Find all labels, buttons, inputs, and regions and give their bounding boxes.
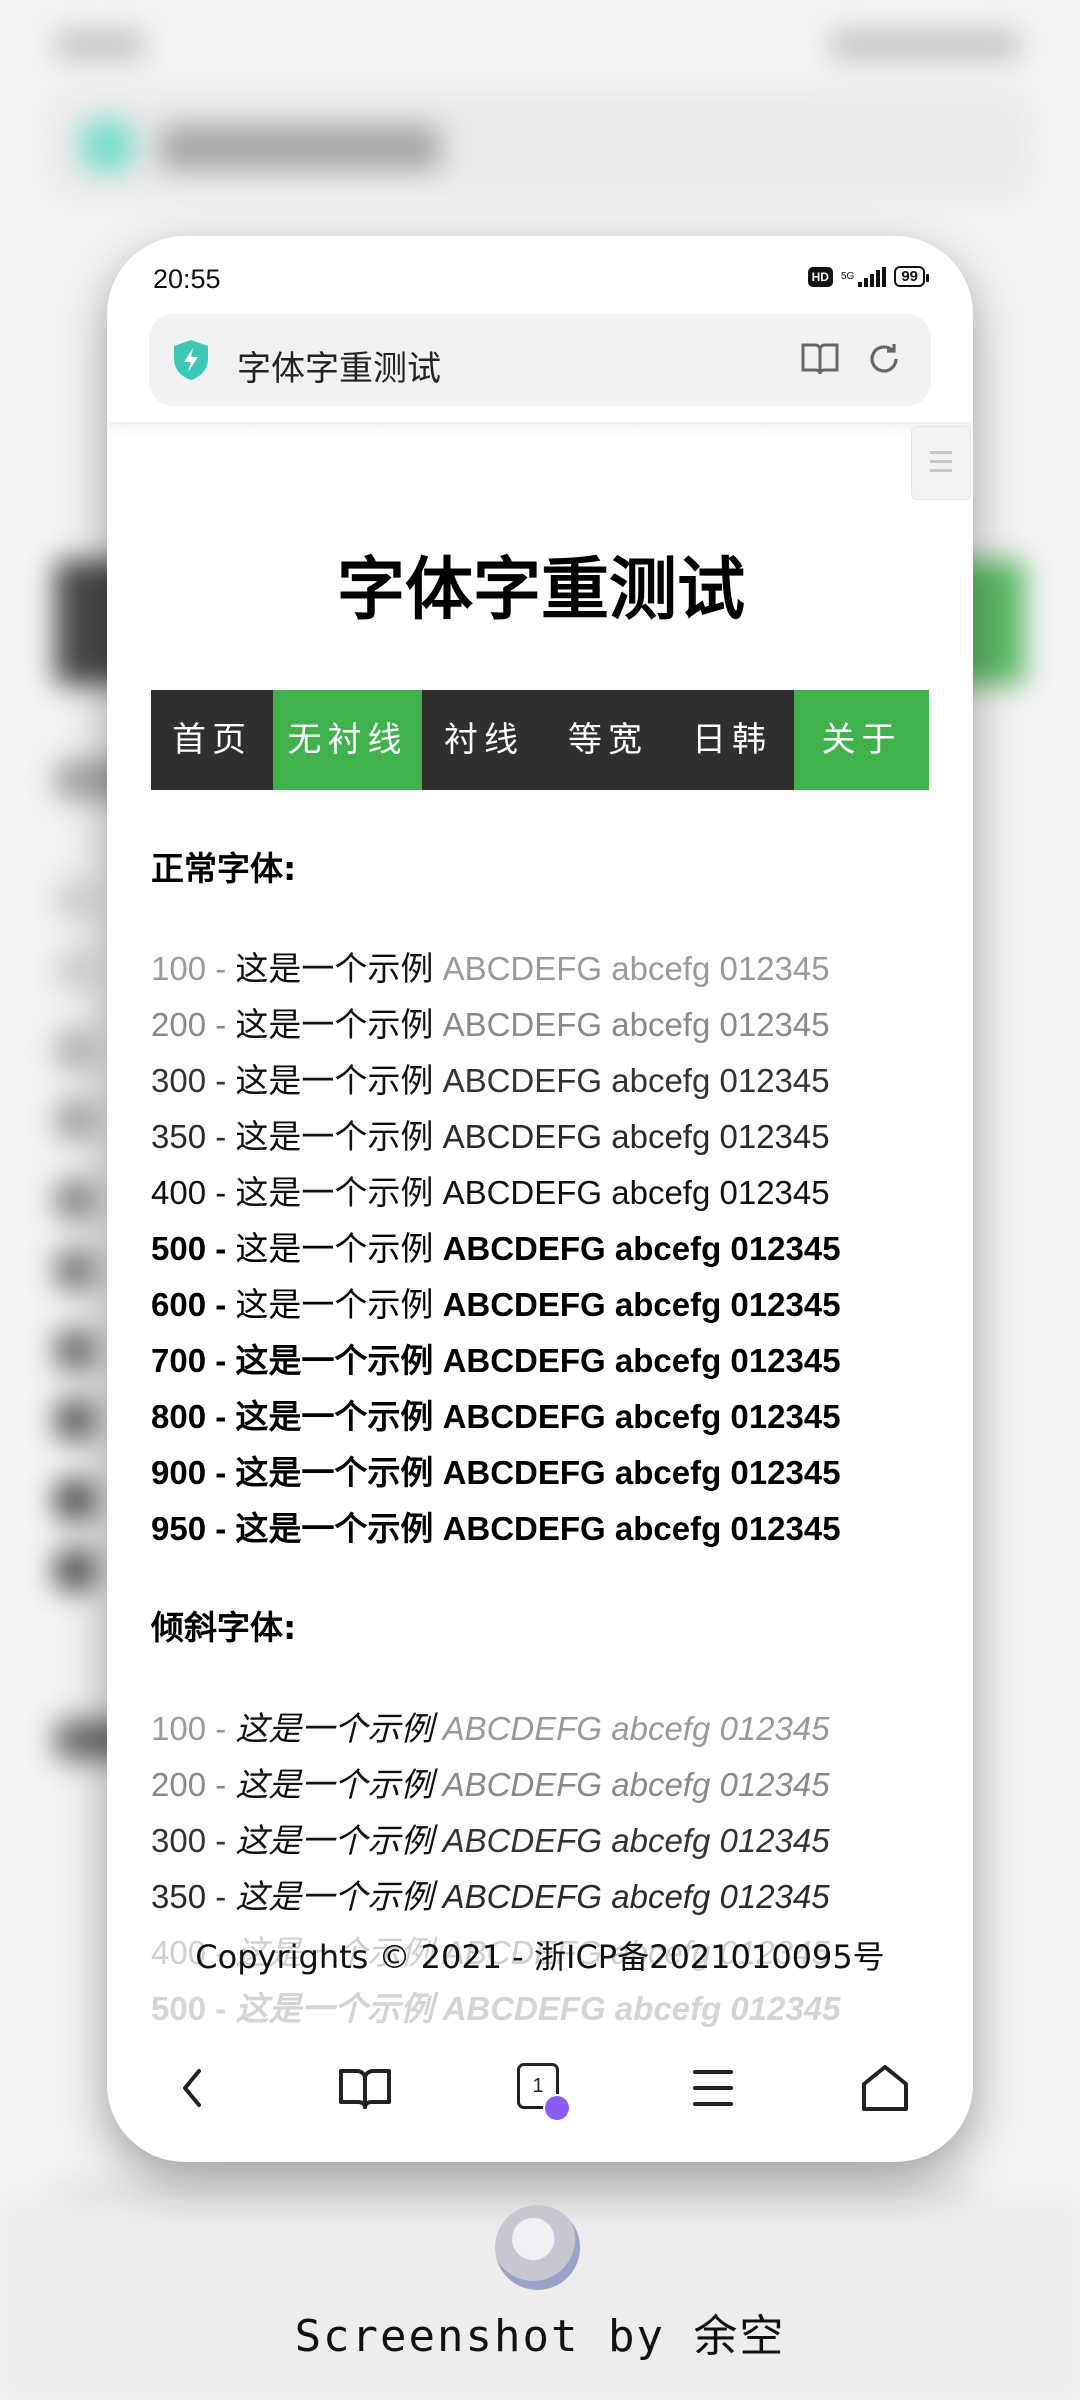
weight-row-normal: 350 - 这是一个示例 ABCDEFG abcefg 012345 — [151, 1117, 830, 1156]
address-bar[interactable]: 字体字重测试 — [149, 314, 931, 406]
nav-item-about[interactable]: 关于 — [794, 690, 929, 790]
weight-row-italic: 350 - 这是一个示例 ABCDEFG abcefg 012345 — [151, 1877, 830, 1916]
toolbar-divider — [107, 422, 973, 436]
weight-row-italic: 500 - 这是一个示例 ABCDEFG abcefg 012345 — [151, 1989, 841, 2028]
scroll-handle[interactable] — [911, 426, 971, 500]
status-bar: 20:55 HD 5G 99 — [107, 236, 973, 316]
back-icon[interactable] — [163, 2058, 223, 2118]
nav-item-home[interactable]: 首页 — [151, 690, 273, 790]
incognito-badge-icon — [543, 2094, 571, 2122]
weight-row-normal: 950 - 这是一个示例 ABCDEFG abcefg 012345 — [151, 1509, 841, 1548]
phone-screenshot: 20:55 HD 5G 99 字体字重测试 字体字重测试 首页 无衬线 衬线 等… — [107, 236, 973, 2162]
nav-item-monospace[interactable]: 等宽 — [546, 690, 670, 790]
browser-bottom-bar: 1 — [107, 2036, 973, 2156]
nav-item-sans-serif[interactable]: 无衬线 — [273, 690, 422, 790]
weight-row-normal: 700 - 这是一个示例 ABCDEFG abcefg 012345 — [151, 1341, 841, 1380]
status-icons: HD 5G 99 — [807, 266, 929, 287]
tabs-icon[interactable]: 1 — [509, 2058, 573, 2122]
menu-icon[interactable] — [683, 2058, 743, 2118]
signal-icon — [858, 266, 887, 287]
weight-row-normal: 900 - 这是一个示例 ABCDEFG abcefg 012345 — [151, 1453, 841, 1492]
watermark-avatar — [495, 2205, 580, 2290]
weight-row-normal: 200 - 这是一个示例 ABCDEFG abcefg 012345 — [151, 1005, 830, 1044]
page-title: 字体字重测试 — [336, 551, 745, 630]
network-type: 5G — [840, 270, 855, 282]
weight-row-italic: 300 - 这是一个示例 ABCDEFG abcefg 012345 — [151, 1821, 830, 1860]
weight-row-normal: 500 - 这是一个示例 ABCDEFG abcefg 012345 — [151, 1229, 841, 1268]
site-nav: 首页 无衬线 衬线 等宽 日韩 关于 — [151, 690, 929, 790]
italic-font-heading: 倾斜字体: — [151, 1608, 297, 1647]
nav-item-serif[interactable]: 衬线 — [422, 690, 546, 790]
page-footer: Copyrights © 2021 - 浙ICP备2021010095号 — [195, 1938, 885, 1976]
reload-icon[interactable] — [865, 340, 903, 382]
weight-row-normal: 300 - 这是一个示例 ABCDEFG abcefg 012345 — [151, 1061, 830, 1100]
weight-row-italic: 100 - 这是一个示例 ABCDEFG abcefg 012345 — [151, 1709, 830, 1748]
hd-icon: HD — [807, 266, 833, 287]
battery-icon: 99 — [894, 266, 929, 287]
shield-icon — [171, 338, 211, 386]
weight-row-normal: 400 - 这是一个示例 ABCDEFG abcefg 012345 — [151, 1173, 830, 1212]
bookmarks-icon[interactable] — [335, 2058, 395, 2118]
address-bar-title: 字体字重测试 — [237, 349, 441, 389]
home-icon[interactable] — [855, 2058, 915, 2118]
weight-row-italic: 200 - 这是一个示例 ABCDEFG abcefg 012345 — [151, 1765, 830, 1804]
normal-font-heading: 正常字体: — [151, 849, 297, 888]
reader-mode-icon[interactable] — [799, 338, 841, 384]
weight-row-normal: 100 - 这是一个示例 ABCDEFG abcefg 012345 — [151, 949, 830, 988]
weight-row-normal: 600 - 这是一个示例 ABCDEFG abcefg 012345 — [151, 1285, 841, 1324]
nav-item-cjk[interactable]: 日韩 — [670, 690, 794, 790]
status-time: 20:55 — [153, 264, 221, 294]
weight-row-normal: 800 - 这是一个示例 ABCDEFG abcefg 012345 — [151, 1397, 841, 1436]
screenshot-watermark: Screenshot by 余空 — [294, 2311, 786, 2362]
